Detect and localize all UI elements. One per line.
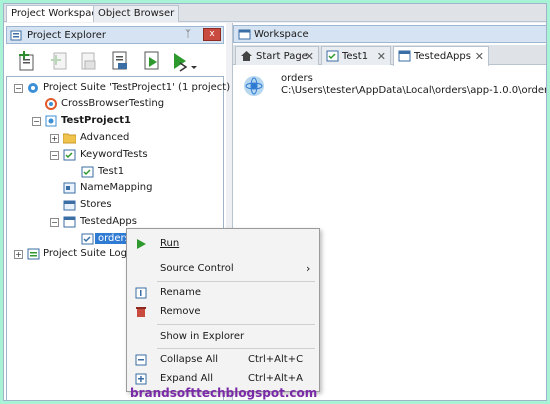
project-suite-icon <box>27 82 39 94</box>
tree-node-label: CrossBrowserTesting <box>61 98 165 109</box>
tested-apps-icon <box>398 50 411 65</box>
tree-node-label: Project Suite Logs <box>43 248 133 259</box>
delete-icon <box>135 306 147 318</box>
workspace-tab-strip: Project Workspace Object Browser <box>4 4 546 22</box>
project-explorer-title: Project Explorer <box>27 30 107 41</box>
workspace-header: Workspace <box>233 25 546 44</box>
tree-node-label: Project Suite 'TestProject1' (1 project) <box>43 82 231 93</box>
tree-node-project-suite[interactable]: − Project Suite 'TestProject1' (1 projec… <box>7 81 230 96</box>
collapse-toggle[interactable]: − <box>50 218 59 227</box>
keyword-test-icon <box>81 166 94 178</box>
app-icon <box>243 75 265 100</box>
tree-node-crossbrowsertesting[interactable]: CrossBrowserTesting <box>7 97 223 112</box>
keyword-test-icon <box>326 50 339 65</box>
tab-label: Start Page <box>256 51 308 62</box>
tree-node-label: Advanced <box>80 132 130 143</box>
crossbrowser-icon <box>45 98 57 110</box>
menu-item-rename[interactable]: Rename <box>128 284 318 302</box>
menu-item-label: Expand All <box>160 373 213 384</box>
tab-test1[interactable]: Test1 ✕ <box>321 46 391 65</box>
document-tab-strip: Start Page ✕ Test1 ✕ TestedApps ✕ <box>233 45 546 66</box>
collapse-toggle[interactable]: − <box>32 117 41 126</box>
keyword-tests-icon <box>63 149 76 161</box>
app-path: C:\Users\tester\AppData\Local\orders\app… <box>281 85 547 96</box>
tree-node-stores[interactable]: Stores <box>7 198 223 213</box>
tab-object-browser[interactable]: Object Browser <box>93 5 180 22</box>
run-icon[interactable] <box>140 49 164 73</box>
add-item-icon[interactable] <box>16 49 40 73</box>
name-mapping-icon <box>63 182 76 194</box>
tree-node-testproject1[interactable]: − TestProject1 <box>7 114 223 129</box>
tree-node-advanced[interactable]: + Advanced <box>7 131 223 146</box>
rename-icon <box>135 287 147 299</box>
close-icon[interactable]: x <box>203 28 221 41</box>
folder-icon <box>62 132 77 144</box>
tab-start-page[interactable]: Start Page ✕ <box>235 46 319 65</box>
menu-item-label: Rename <box>160 287 202 298</box>
tree-node-label: KeywordTests <box>80 149 148 160</box>
edit-icon[interactable] <box>108 49 132 73</box>
tree-node-label: Test1 <box>98 166 125 177</box>
close-tab-icon[interactable]: ✕ <box>475 50 484 63</box>
tree-node-label: NameMapping <box>80 182 153 193</box>
stores-icon <box>63 199 76 211</box>
run-icon <box>135 238 147 250</box>
menu-item-label: Source Control <box>160 263 234 274</box>
tree-node-keywordtests[interactable]: − KeywordTests <box>7 148 223 163</box>
menu-item-shortcut: Ctrl+Alt+C <box>248 354 304 365</box>
submenu-arrow-icon: › <box>306 262 311 275</box>
tab-label: TestedApps <box>414 51 471 62</box>
tree-node-label: TestProject1 <box>61 115 132 126</box>
menu-separator <box>157 324 315 325</box>
expand-icon <box>135 373 147 385</box>
context-menu: Run Source Control › Rename Remove Show … <box>126 228 320 392</box>
tree-node-namemapping[interactable]: NameMapping <box>7 181 223 196</box>
workspace-title: Workspace <box>254 29 309 40</box>
collapse-toggle[interactable]: − <box>50 151 59 160</box>
workspace-icon <box>238 28 251 44</box>
app-name: orders <box>281 73 313 84</box>
tested-apps-icon <box>63 216 76 228</box>
menu-item-show-in-explorer[interactable]: Show in Explorer <box>128 328 318 346</box>
close-tab-icon[interactable]: ✕ <box>305 50 314 63</box>
menu-item-shortcut: Ctrl+Alt+A <box>248 373 303 384</box>
menu-item-source-control[interactable]: Source Control › <box>128 260 318 278</box>
expand-toggle[interactable]: + <box>50 134 59 143</box>
collapse-toggle[interactable]: − <box>14 84 23 93</box>
tested-app-entry[interactable]: orders C:\Users\tester\AppData\Local\ord… <box>241 71 547 101</box>
add-existing-icon[interactable] <box>76 49 100 73</box>
pin-icon[interactable]: ᛉ <box>185 29 191 40</box>
menu-item-run[interactable]: Run <box>128 235 318 253</box>
menu-item-remove[interactable]: Remove <box>128 303 318 321</box>
tested-app-icon <box>81 233 94 245</box>
tree-node-label: Stores <box>80 199 112 210</box>
menu-item-label: Collapse All <box>160 354 219 365</box>
menu-item-label: Remove <box>160 306 201 317</box>
run-dropdown-icon[interactable] <box>170 49 197 73</box>
expand-toggle[interactable]: + <box>14 250 23 259</box>
watermark: brandsofttechblogspot.com <box>130 386 318 400</box>
home-icon <box>240 50 253 65</box>
tree-node-test1[interactable]: Test1 <box>7 165 223 180</box>
menu-separator <box>157 281 315 282</box>
menu-item-collapse-all[interactable]: Collapse All Ctrl+Alt+C <box>128 351 318 369</box>
collapse-icon <box>135 354 147 366</box>
project-explorer-header: Project Explorer ᛉ x <box>6 26 224 44</box>
tab-testedapps[interactable]: TestedApps ✕ <box>393 46 489 66</box>
menu-item-label: Run <box>160 238 180 249</box>
logs-icon <box>27 248 40 260</box>
menu-separator <box>157 348 315 349</box>
tree-node-label: TestedApps <box>80 216 137 227</box>
project-icon <box>45 115 57 127</box>
tab-label: Test1 <box>342 51 369 62</box>
menu-item-label: Show in Explorer <box>160 331 245 342</box>
project-explorer-icon <box>10 29 23 45</box>
add-new-icon[interactable] <box>48 49 72 73</box>
close-tab-icon[interactable]: ✕ <box>377 50 386 63</box>
